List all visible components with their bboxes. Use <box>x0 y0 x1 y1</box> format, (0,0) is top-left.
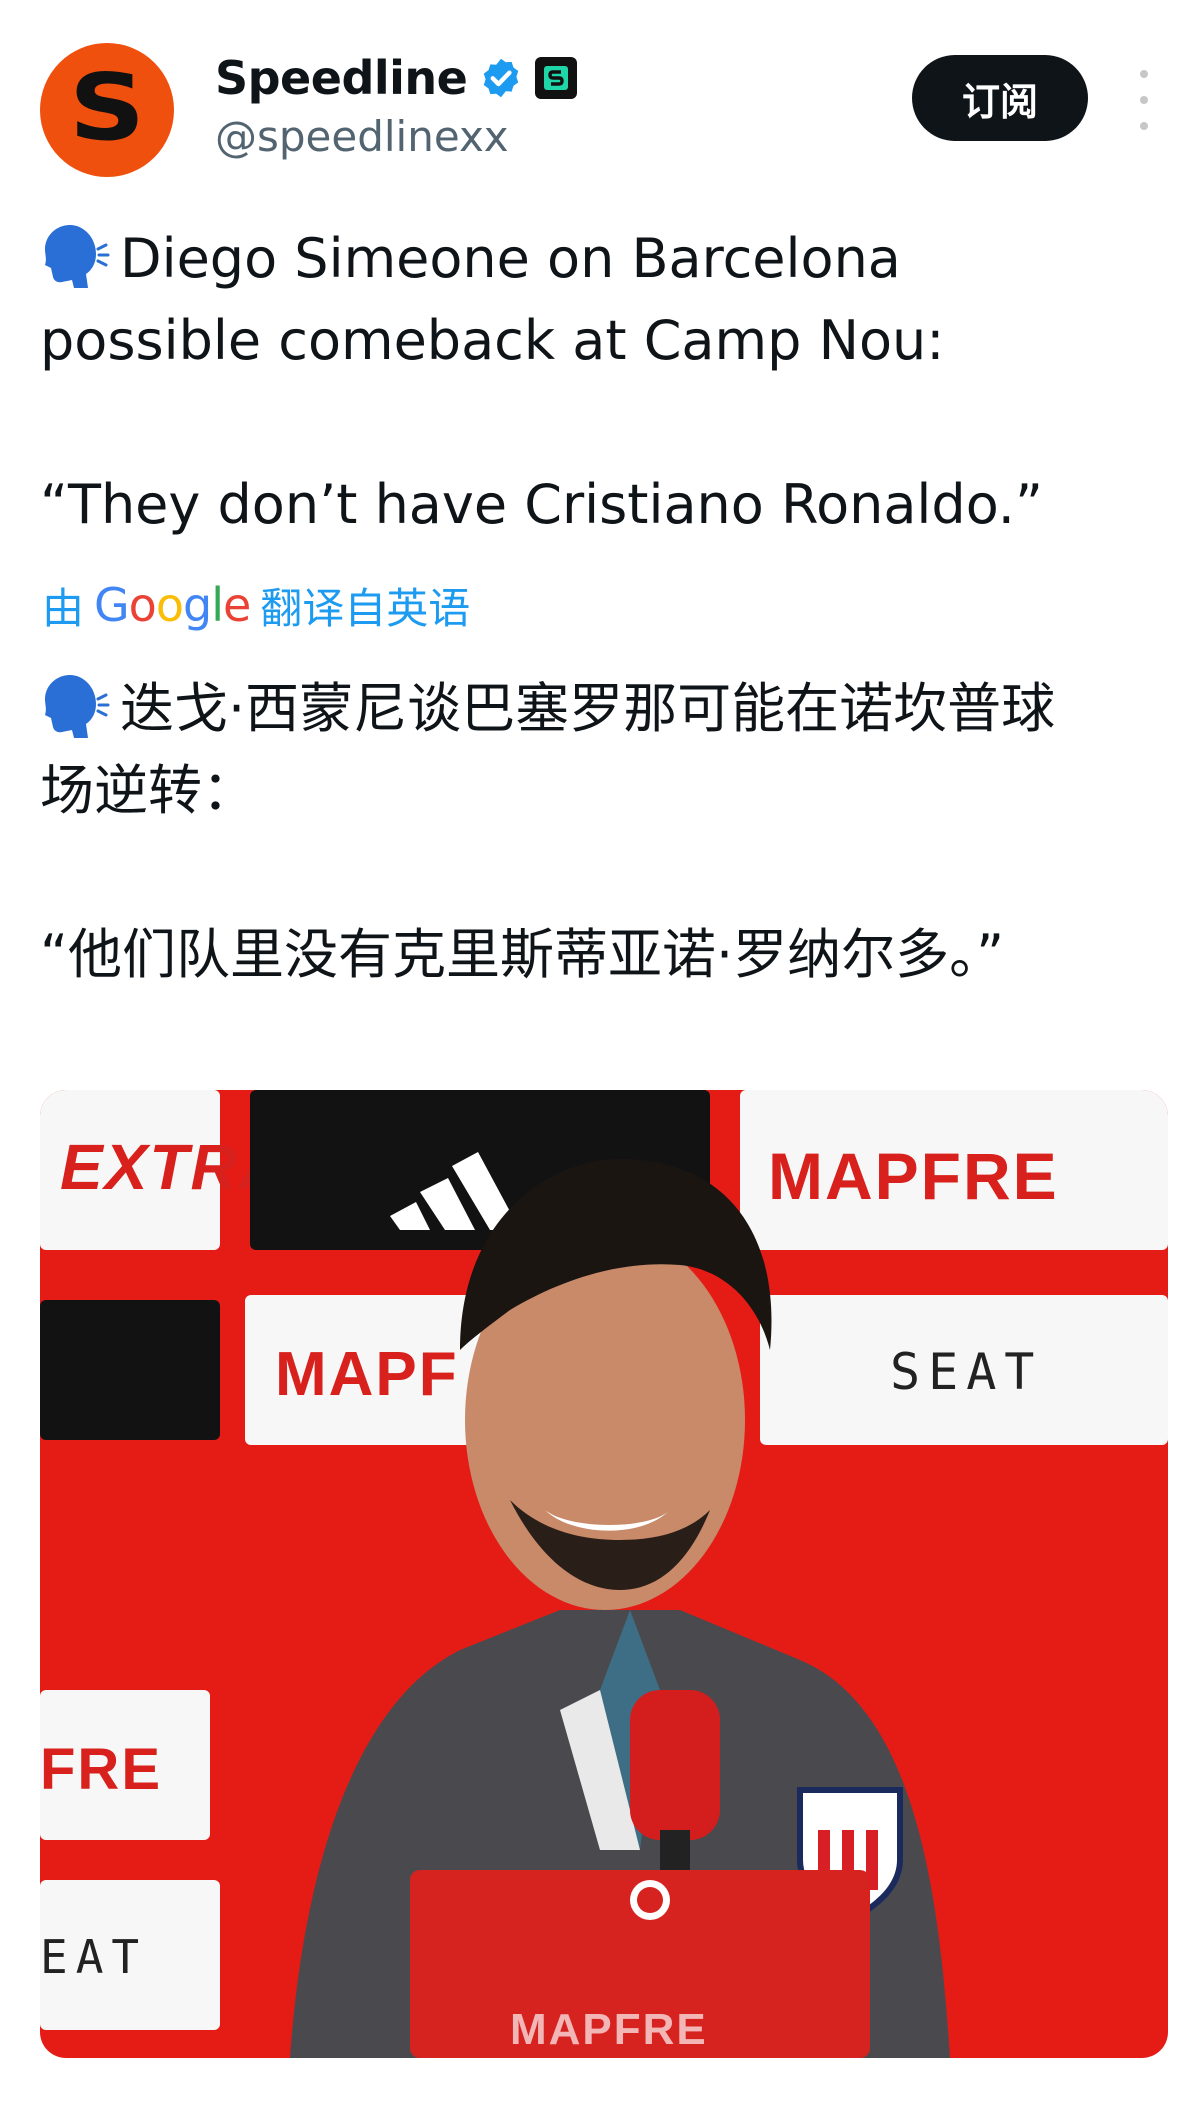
speaking-head-icon <box>45 225 110 288</box>
author-handle[interactable]: @speedlinexx <box>215 112 509 161</box>
avatar-letter: S <box>68 54 146 161</box>
author-display-name[interactable]: Speedline <box>215 51 468 105</box>
subscribe-button[interactable]: 订阅 <box>912 55 1088 141</box>
translated-body: 迭戈·西蒙尼谈巴塞罗那可能在诺坎普球 场逆转： “他们队里没有克里斯蒂亚诺·罗纳… <box>40 668 1180 996</box>
translation-suffix: 翻译自英语 <box>260 583 471 633</box>
tweet-text-line-4: “They don’t have Cristiano Ronaldo.” <box>40 473 1043 536</box>
author-name-row: Speedline <box>215 48 578 108</box>
speaker-figure <box>290 1158 950 2058</box>
podium-sponsor-text: MAPFRE <box>510 2005 708 2054</box>
next-content-strip <box>0 2075 1200 2118</box>
translation-prefix: 由 <box>42 583 85 633</box>
tweet-line: Diego Simeone on Barcelona <box>40 218 1170 300</box>
author-avatar[interactable]: S <box>40 43 174 177</box>
translation-attribution[interactable]: 由 Google 翻译自英语 <box>42 575 470 635</box>
google-logo: Google <box>94 578 251 632</box>
tweet-header: S Speedline @speedlinexx 订阅 <box>0 0 1200 200</box>
tweet-text-line-1: Diego Simeone on Barcelona <box>120 227 901 290</box>
tweet-body: Diego Simeone on Barcelona possible come… <box>40 218 1170 546</box>
translated-text-line-2: 场逆转： <box>40 759 256 822</box>
translated-text-line-1: 迭戈·西蒙尼谈巴塞罗那可能在诺坎普球 <box>120 677 1056 740</box>
speaking-head-icon <box>45 675 110 738</box>
more-icon[interactable] <box>1132 70 1156 130</box>
tweet-media-photo[interactable]: EXTRA MAPFRE MAPF SEAT FRE EAT MAPFRE <box>40 1090 1168 2058</box>
translated-line: 迭戈·西蒙尼谈巴塞罗那可能在诺坎普球 <box>40 668 1180 750</box>
tweet-text-line-3 <box>40 382 1170 464</box>
translated-text-line-4: “他们队里没有克里斯蒂亚诺·罗纳尔多。” <box>40 923 1005 986</box>
translated-text-line-3 <box>40 832 1180 914</box>
tweet-text-line-2: possible comeback at Camp Nou: <box>40 309 945 372</box>
affiliate-badge-icon <box>535 57 578 99</box>
verified-badge-icon <box>484 58 519 98</box>
